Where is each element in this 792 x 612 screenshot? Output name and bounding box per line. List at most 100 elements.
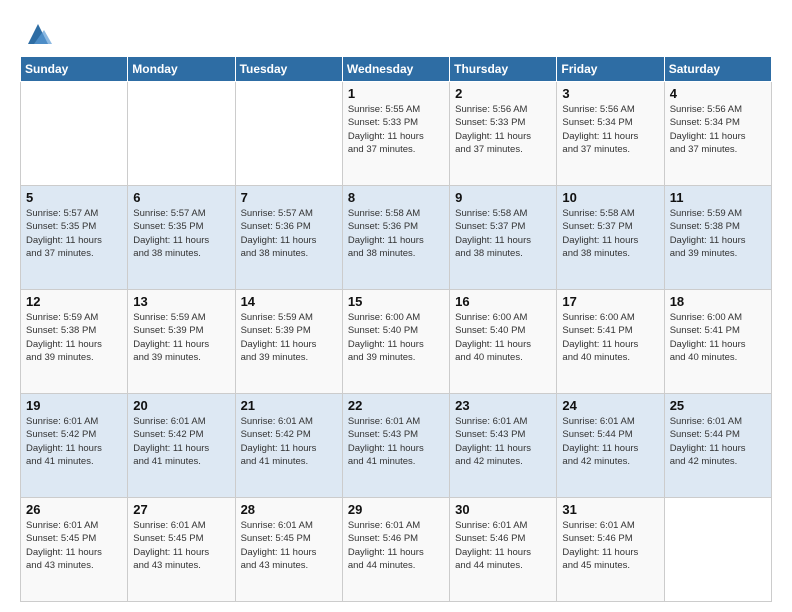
day-number: 31 (562, 502, 658, 517)
calendar-cell (21, 82, 128, 186)
week-row-1: 1 Sunrise: 5:55 AM Sunset: 5:33 PM Daylig… (21, 82, 772, 186)
calendar-cell: 22 Sunrise: 6:01 AM Sunset: 5:43 PM Dayli… (342, 394, 449, 498)
day-number: 18 (670, 294, 766, 309)
day-info: Sunrise: 6:01 AM Sunset: 5:43 PM Dayligh… (348, 415, 444, 468)
calendar-cell: 29Sunrise: 6:01 AM Sunset: 5:46 PM Dayli… (342, 498, 449, 602)
week-row-3: 12 Sunrise: 5:59 AM Sunset: 5:38 PM Dayli… (21, 290, 772, 394)
day-info: Sunrise: 6:01 AM Sunset: 5:42 PM Dayligh… (26, 415, 122, 468)
day-number: 2 (455, 86, 551, 101)
day-number: 29 (348, 502, 444, 517)
day-number: 22 (348, 398, 444, 413)
day-header-tuesday: Tuesday (235, 57, 342, 82)
day-info: Sunrise: 5:58 AM Sunset: 5:37 PM Dayligh… (562, 207, 658, 260)
day-info: Sunrise: 6:01 AM Sunset: 5:46 PM Dayligh… (562, 519, 658, 572)
day-number: 12 (26, 294, 122, 309)
day-header-saturday: Saturday (664, 57, 771, 82)
logo-area (20, 20, 52, 48)
calendar-cell (664, 498, 771, 602)
day-info: Sunrise: 5:59 AM Sunset: 5:38 PM Dayligh… (670, 207, 766, 260)
day-info: Sunrise: 6:00 AM Sunset: 5:40 PM Dayligh… (455, 311, 551, 364)
day-number: 27 (133, 502, 229, 517)
week-row-5: 26 Sunrise: 6:01 AM Sunset: 5:45 PM Dayli… (21, 498, 772, 602)
calendar-cell: 31 Sunrise: 6:01 AM Sunset: 5:46 PM Dayli… (557, 498, 664, 602)
calendar-cell: 26 Sunrise: 6:01 AM Sunset: 5:45 PM Dayli… (21, 498, 128, 602)
day-number: 23 (455, 398, 551, 413)
calendar-cell: 21 Sunrise: 6:01 AM Sunset: 5:42 PM Dayli… (235, 394, 342, 498)
day-number: 7 (241, 190, 337, 205)
calendar-cell: 17Sunrise: 6:00 AM Sunset: 5:41 PM Dayli… (557, 290, 664, 394)
calendar-cell: 30Sunrise: 6:01 AM Sunset: 5:46 PM Dayli… (450, 498, 557, 602)
day-header-friday: Friday (557, 57, 664, 82)
day-number: 16 (455, 294, 551, 309)
calendar-cell: 11 Sunrise: 5:59 AM Sunset: 5:38 PM Dayli… (664, 186, 771, 290)
calendar-table: SundayMondayTuesdayWednesdayThursdayFrid… (20, 56, 772, 602)
day-info: Sunrise: 5:55 AM Sunset: 5:33 PM Dayligh… (348, 103, 444, 156)
days-header-row: SundayMondayTuesdayWednesdayThursdayFrid… (21, 57, 772, 82)
day-info: Sunrise: 6:01 AM Sunset: 5:43 PM Dayligh… (455, 415, 551, 468)
calendar-cell (235, 82, 342, 186)
calendar-cell: 6Sunrise: 5:57 AM Sunset: 5:35 PM Daylig… (128, 186, 235, 290)
day-number: 19 (26, 398, 122, 413)
day-number: 9 (455, 190, 551, 205)
day-number: 20 (133, 398, 229, 413)
day-info: Sunrise: 5:59 AM Sunset: 5:38 PM Dayligh… (26, 311, 122, 364)
day-info: Sunrise: 6:00 AM Sunset: 5:40 PM Dayligh… (348, 311, 444, 364)
day-number: 3 (562, 86, 658, 101)
day-info: Sunrise: 5:57 AM Sunset: 5:35 PM Dayligh… (26, 207, 122, 260)
calendar-cell: 19 Sunrise: 6:01 AM Sunset: 5:42 PM Dayli… (21, 394, 128, 498)
day-number: 25 (670, 398, 766, 413)
calendar-cell: 10 Sunrise: 5:58 AM Sunset: 5:37 PM Dayli… (557, 186, 664, 290)
day-info: Sunrise: 6:01 AM Sunset: 5:42 PM Dayligh… (241, 415, 337, 468)
calendar-cell: 8 Sunrise: 5:58 AM Sunset: 5:36 PM Daylig… (342, 186, 449, 290)
header (20, 16, 772, 48)
calendar-cell: 4Sunrise: 5:56 AM Sunset: 5:34 PM Daylig… (664, 82, 771, 186)
day-info: Sunrise: 6:00 AM Sunset: 5:41 PM Dayligh… (562, 311, 658, 364)
calendar-cell: 28Sunrise: 6:01 AM Sunset: 5:45 PM Dayli… (235, 498, 342, 602)
day-number: 1 (348, 86, 444, 101)
week-row-2: 5 Sunrise: 5:57 AM Sunset: 5:35 PM Daylig… (21, 186, 772, 290)
day-info: Sunrise: 6:01 AM Sunset: 5:44 PM Dayligh… (562, 415, 658, 468)
day-number: 15 (348, 294, 444, 309)
day-number: 5 (26, 190, 122, 205)
day-info: Sunrise: 5:57 AM Sunset: 5:36 PM Dayligh… (241, 207, 337, 260)
calendar-cell: 12 Sunrise: 5:59 AM Sunset: 5:38 PM Dayli… (21, 290, 128, 394)
day-number: 26 (26, 502, 122, 517)
day-number: 14 (241, 294, 337, 309)
calendar-cell: 3 Sunrise: 5:56 AM Sunset: 5:34 PM Daylig… (557, 82, 664, 186)
calendar-cell: 1 Sunrise: 5:55 AM Sunset: 5:33 PM Daylig… (342, 82, 449, 186)
logo-icon (24, 20, 52, 48)
calendar-cell: 24Sunrise: 6:01 AM Sunset: 5:44 PM Dayli… (557, 394, 664, 498)
day-number: 13 (133, 294, 229, 309)
calendar-cell: 16 Sunrise: 6:00 AM Sunset: 5:40 PM Dayli… (450, 290, 557, 394)
calendar-cell: 9 Sunrise: 5:58 AM Sunset: 5:37 PM Daylig… (450, 186, 557, 290)
day-info: Sunrise: 6:01 AM Sunset: 5:42 PM Dayligh… (133, 415, 229, 468)
calendar-cell: 13 Sunrise: 5:59 AM Sunset: 5:39 PM Dayli… (128, 290, 235, 394)
calendar-cell: 5 Sunrise: 5:57 AM Sunset: 5:35 PM Daylig… (21, 186, 128, 290)
calendar-cell: 23 Sunrise: 6:01 AM Sunset: 5:43 PM Dayli… (450, 394, 557, 498)
day-header-wednesday: Wednesday (342, 57, 449, 82)
day-info: Sunrise: 5:58 AM Sunset: 5:36 PM Dayligh… (348, 207, 444, 260)
day-header-sunday: Sunday (21, 57, 128, 82)
day-number: 8 (348, 190, 444, 205)
day-info: Sunrise: 5:58 AM Sunset: 5:37 PM Dayligh… (455, 207, 551, 260)
page: SundayMondayTuesdayWednesdayThursdayFrid… (0, 0, 792, 612)
calendar-cell: 25 Sunrise: 6:01 AM Sunset: 5:44 PM Dayli… (664, 394, 771, 498)
day-info: Sunrise: 6:01 AM Sunset: 5:44 PM Dayligh… (670, 415, 766, 468)
calendar-cell: 7 Sunrise: 5:57 AM Sunset: 5:36 PM Daylig… (235, 186, 342, 290)
day-number: 28 (241, 502, 337, 517)
day-info: Sunrise: 5:56 AM Sunset: 5:34 PM Dayligh… (562, 103, 658, 156)
day-number: 10 (562, 190, 658, 205)
calendar-cell: 15 Sunrise: 6:00 AM Sunset: 5:40 PM Dayli… (342, 290, 449, 394)
day-number: 30 (455, 502, 551, 517)
calendar-cell: 27 Sunrise: 6:01 AM Sunset: 5:45 PM Dayli… (128, 498, 235, 602)
day-header-thursday: Thursday (450, 57, 557, 82)
day-info: Sunrise: 5:59 AM Sunset: 5:39 PM Dayligh… (133, 311, 229, 364)
day-info: Sunrise: 6:01 AM Sunset: 5:45 PM Dayligh… (133, 519, 229, 572)
day-info: Sunrise: 6:01 AM Sunset: 5:45 PM Dayligh… (26, 519, 122, 572)
day-info: Sunrise: 5:59 AM Sunset: 5:39 PM Dayligh… (241, 311, 337, 364)
calendar-cell: 2Sunrise: 5:56 AM Sunset: 5:33 PM Daylig… (450, 82, 557, 186)
day-number: 21 (241, 398, 337, 413)
day-number: 11 (670, 190, 766, 205)
day-info: Sunrise: 5:57 AM Sunset: 5:35 PM Dayligh… (133, 207, 229, 260)
calendar-cell: 14 Sunrise: 5:59 AM Sunset: 5:39 PM Dayli… (235, 290, 342, 394)
